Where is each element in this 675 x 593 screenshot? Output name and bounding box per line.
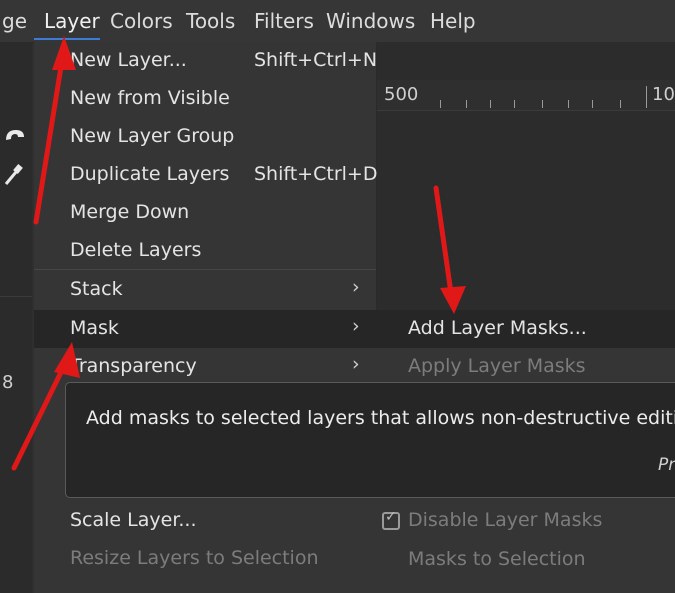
menu-item-label: Delete Layers	[70, 239, 202, 261]
ruler-tick	[490, 100, 491, 108]
menu-item-delete-layers[interactable]: Delete Layers	[34, 232, 376, 270]
menu-item-label: New from Visible	[70, 87, 230, 109]
menu-item-merge-down[interactable]: Merge Down	[34, 194, 376, 232]
horizontal-ruler: 500 10	[376, 80, 675, 111]
submenu-item-disable-layer-masks[interactable]: ✓ Disable Layer Masks	[376, 502, 675, 540]
chevron-right-icon: ›	[352, 276, 360, 298]
menu-item-scale-layer[interactable]: Scale Layer...	[34, 502, 376, 540]
menu-item-new-layer[interactable]: New Layer... Shift+Ctrl+N	[34, 42, 378, 80]
ruler-tick-major	[646, 86, 647, 108]
tool-option-value: 8	[2, 372, 14, 393]
menu-item-shortcut: Shift+Ctrl+D	[254, 163, 378, 185]
checkbox-icon: ✓	[382, 509, 400, 530]
menu-colors[interactable]: Colors	[110, 9, 173, 33]
ruler-tick	[620, 100, 621, 108]
menu-windows[interactable]: Windows	[326, 9, 415, 33]
submenu-item-apply-layer-masks[interactable]: Apply Layer Masks	[376, 348, 675, 386]
menu-item-label: Resize Layers to Selection	[70, 547, 319, 569]
menu-item-duplicate-layers[interactable]: Duplicate Layers Shift+Ctrl+D	[34, 156, 378, 194]
menu-layer[interactable]: Layer	[44, 9, 100, 33]
fuzzy-select-icon[interactable]	[2, 126, 26, 148]
ruler-tick	[542, 100, 543, 108]
submenu-item-label: Disable Layer Masks	[408, 509, 603, 531]
ruler-tick	[466, 100, 467, 108]
submenu-item-label: Apply Layer Masks	[408, 355, 586, 377]
submenu-item-label: Masks to Selection	[408, 548, 586, 570]
submenu-item-masks-to-selection[interactable]: Masks to Selection	[376, 541, 675, 579]
check-icon: ✓	[385, 509, 397, 525]
chevron-right-icon: ›	[352, 315, 360, 337]
menu-active-underline	[34, 38, 100, 40]
tooltip-text: Add masks to selected layers that allows…	[86, 407, 675, 429]
ruler-label-1000: 10	[652, 84, 675, 105]
menu-item-new-from-visible[interactable]: New from Visible	[34, 80, 376, 118]
menubar: ge Layer Colors Tools Filters Windows He…	[0, 0, 675, 43]
menu-item-label: Stack	[70, 278, 123, 300]
menu-item-new-layer-group[interactable]: New Layer Group	[34, 118, 376, 156]
menu-item-label: Duplicate Layers	[70, 163, 230, 185]
menu-tools[interactable]: Tools	[186, 9, 235, 33]
layer-menu: New Layer... Shift+Ctrl+N New from Visib…	[34, 42, 377, 593]
menu-item-stack[interactable]: Stack ›	[34, 271, 376, 309]
menu-item-label: Scale Layer...	[70, 509, 197, 531]
toolbox-divider	[0, 296, 32, 297]
menu-help[interactable]: Help	[430, 9, 476, 33]
menu-item-resize-layers-to-selection[interactable]: Resize Layers to Selection	[34, 540, 376, 578]
ruler-tick	[440, 100, 441, 108]
menu-separator	[34, 269, 376, 270]
menu-item-label: Mask	[70, 317, 119, 339]
menu-item-label: Merge Down	[70, 201, 190, 223]
menu-filters[interactable]: Filters	[254, 9, 314, 33]
menu-item-label: Transparency	[70, 355, 197, 377]
menu-item-label: New Layer Group	[70, 125, 235, 147]
menu-item-shortcut: Shift+Ctrl+N	[254, 49, 378, 71]
toolbox-edge: 8	[0, 42, 32, 593]
color-picker-icon[interactable]	[2, 160, 26, 190]
tooltip-trailing-text: Pr	[658, 455, 675, 475]
menu-item-label: New Layer...	[70, 49, 187, 71]
menu-item-transparency[interactable]: Transparency ›	[34, 348, 376, 386]
ruler-tick	[514, 100, 515, 108]
menu-image[interactable]: ge	[2, 9, 27, 33]
ruler-label-500: 500	[384, 84, 419, 105]
ruler-tick	[592, 100, 593, 108]
ruler-tick	[568, 100, 569, 108]
menu-item-mask[interactable]: Mask ›	[34, 310, 376, 348]
tooltip: Add masks to selected layers that allows…	[65, 382, 675, 498]
chevron-right-icon: ›	[352, 353, 360, 375]
submenu-item-label: Add Layer Masks...	[408, 317, 587, 339]
submenu-item-add-layer-masks[interactable]: Add Layer Masks...	[376, 310, 675, 348]
